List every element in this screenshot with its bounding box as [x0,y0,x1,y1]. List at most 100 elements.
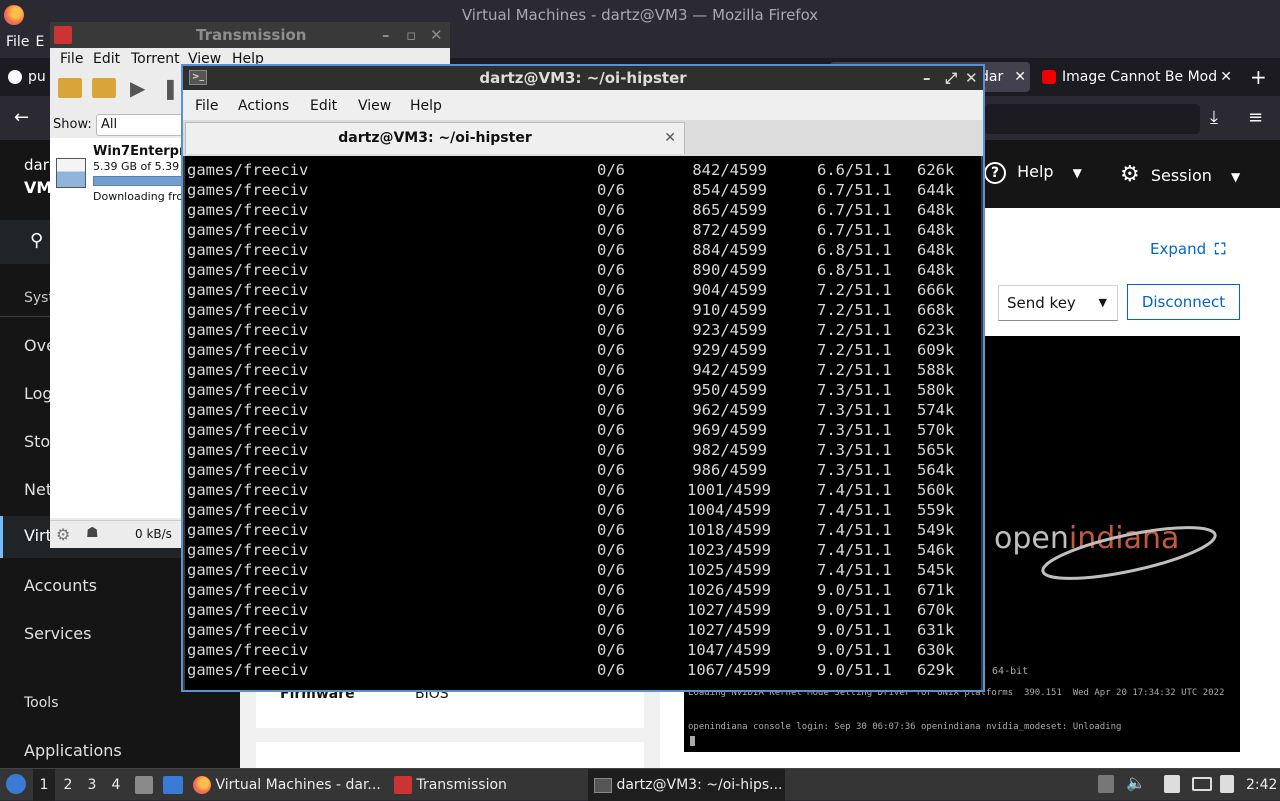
terminal-item-count: 929/4599 [692,341,767,359]
terminal-tab[interactable]: dartz@VM3: ~/oi-hipster ✕ [185,122,685,154]
speed-readout: 0 kB/s [135,527,172,541]
show-desktop-icon[interactable] [163,776,183,794]
terminal-phase-count: 0/6 [597,181,625,199]
minimize-icon[interactable]: – [923,66,931,90]
terminal-menu-file[interactable]: File [195,98,218,114]
minimize-icon[interactable]: – [382,22,390,48]
terminal-speed: 648k [917,221,955,239]
close-icon[interactable]: ✕ [664,123,676,153]
taskbar-firefox[interactable]: Virtual Machines - dar... [193,769,383,801]
firefox-icon [193,776,211,794]
nav-networking[interactable]: Net [24,480,52,499]
terminal-package-name: games/freeciv [187,441,309,459]
transmission-icon [394,776,412,794]
terminal-speed: 549k [917,521,955,539]
torrent-row[interactable]: Win7Enterpri 5.39 GB of 5.39 Downloading… [50,140,190,203]
clock[interactable]: 2:42 [1246,769,1277,801]
terminal-menu-actions[interactable]: Actions [238,98,289,114]
nav-applications[interactable]: Applications [24,741,122,760]
terminal-package-name: games/freeciv [187,361,309,379]
volume-icon[interactable]: 🔈 [1126,773,1146,792]
firefox-menu-file[interactable]: File [6,34,29,50]
open-folder-icon[interactable] [58,78,82,98]
terminal-tab-label: dartz@VM3: ~/oi-hipster [338,130,532,146]
close-icon[interactable]: ✕ [430,22,443,48]
nav-accounts[interactable]: Accounts [24,576,97,595]
terminal-speed: 631k [917,621,955,639]
terminal-menu-edit[interactable]: Edit [310,98,337,114]
terminal-mb-count: 9.0/51.1 [817,661,892,679]
caret-down-icon: ▼ [1098,296,1107,309]
terminal-speed: 644k [917,181,955,199]
tab-image-cannot[interactable]: Image Cannot Be Modi ✕ [1040,62,1236,92]
url-bar[interactable] [985,104,1200,134]
expand-icon: ⛶ [1214,240,1226,258]
terminal-item-count: 986/4599 [692,461,767,479]
terminal-item-count: 884/4599 [692,241,767,259]
gear-icon[interactable]: ⚙ [56,525,70,544]
terminal-package-name: games/freeciv [187,421,309,439]
terminal-speed: 630k [917,641,955,659]
start-menu-icon[interactable] [6,774,26,794]
terminal-speed: 666k [917,281,955,299]
terminal-package-name: games/freeciv [187,241,309,259]
transmission-menu-torrent[interactable]: Torrent [131,51,180,67]
torrent-list: Win7Enterpri 5.39 GB of 5.39 Downloading… [50,138,190,518]
back-arrow-icon[interactable]: ← [14,107,29,128]
battery-icon[interactable] [1220,775,1234,793]
tab-puppet[interactable]: pu [6,62,50,92]
transmission-menu-file[interactable]: File [60,51,83,67]
terminal-mb-count: 7.2/51.1 [817,321,892,339]
workspace-3[interactable]: 3 [81,769,103,801]
open-url-icon[interactable] [92,78,116,98]
terminal-mb-count: 6.7/51.1 [817,221,892,239]
disconnect-button[interactable]: Disconnect [1127,284,1240,320]
terminal-menu-help[interactable]: Help [410,98,442,114]
workspace-4[interactable]: 4 [105,769,127,801]
expand-link[interactable]: Expand ⛶ [1150,240,1225,258]
download-icon[interactable]: ⤓ [1210,107,1218,128]
terminal-speed: 570k [917,421,955,439]
turtle-icon[interactable]: ☗ [86,525,99,541]
close-icon[interactable]: ✕ [1014,62,1026,92]
menu-hamburger-icon[interactable]: ≡ [1248,107,1263,128]
session-menu[interactable]: ⚙ Session ▼ [1120,162,1240,187]
nav-services[interactable]: Services [24,624,91,643]
caret-down-icon: ▼ [1230,170,1241,184]
taskbar-terminal[interactable]: dartz@VM3: ~/oi-hips... [588,769,785,801]
terminal-phase-count: 0/6 [597,601,625,619]
terminal-menu-view[interactable]: View [358,98,391,114]
show-value: All [101,117,118,132]
workspace-2[interactable]: 2 [57,769,79,801]
show-filter-select[interactable]: All [96,114,190,136]
new-tab-button[interactable]: + [1250,62,1274,92]
maximize-icon[interactable]: ⤢ [945,66,957,90]
terminal-phase-count: 0/6 [597,241,625,259]
terminal-speed: 560k [917,481,955,499]
nav-logs[interactable]: Log [24,384,53,403]
search-icon: ⚲ [30,230,44,251]
nav-storage[interactable]: Sto [24,432,50,451]
transmission-menu-edit[interactable]: Edit [93,51,120,67]
clipboard-icon[interactable] [1098,775,1114,793]
workspace-1[interactable]: 1 [33,769,55,801]
close-icon[interactable]: ✕ [1216,62,1232,92]
close-icon[interactable]: ✕ [965,66,978,90]
play-icon[interactable]: ▶ [130,76,145,100]
maximize-icon[interactable]: ▫ [406,22,416,48]
display-icon[interactable] [1192,777,1212,791]
redhat-icon [1042,70,1056,84]
terminal-package-name: games/freeciv [187,561,309,579]
file-manager-icon[interactable] [135,776,153,794]
terminal-phase-count: 0/6 [597,321,625,339]
send-key-select[interactable]: Send key ▼ [998,285,1118,321]
notes-icon[interactable] [1164,775,1180,793]
help-menu[interactable]: ? Help ▼ [984,162,1082,184]
terminal-output[interactable]: games/freeciv 0/6 842/4599 6.6/51.1 626k game… [185,156,981,690]
terminal-mb-count: 7.2/51.1 [817,301,892,319]
terminal-package-name: games/freeciv [187,261,309,279]
taskbar-transmission[interactable]: Transmission [394,769,574,801]
host-name[interactable]: VM [24,178,52,197]
firefox-menu-edit[interactable]: E [35,34,44,50]
terminal-mb-count: 7.2/51.1 [817,341,892,359]
